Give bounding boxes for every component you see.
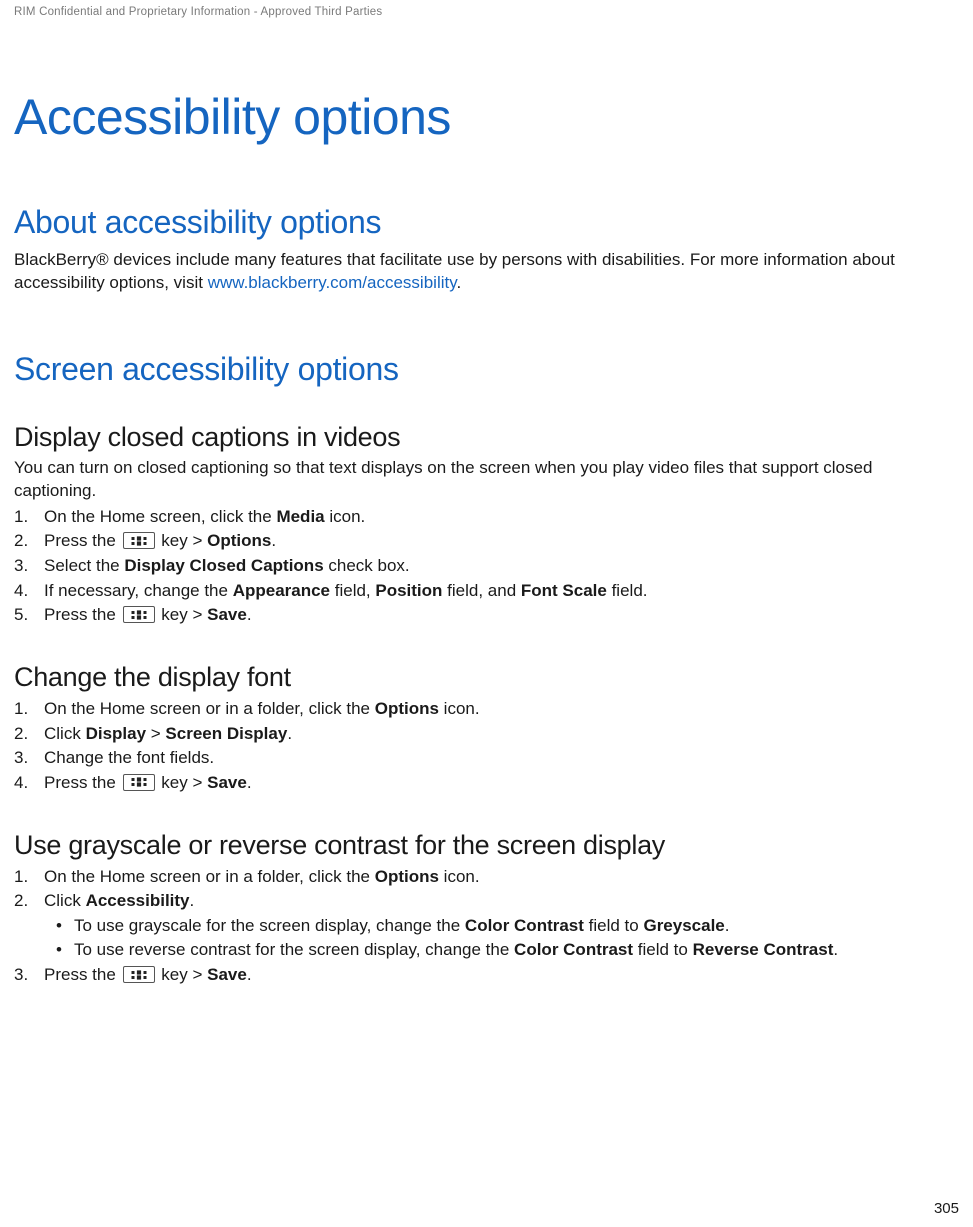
menu-key-icon [123, 966, 155, 983]
list-item: Select the Display Closed Captions check… [14, 554, 959, 579]
grayscale-heading: Use grayscale or reverse contrast for th… [14, 830, 959, 861]
list-item: If necessary, change the Appearance fiel… [14, 579, 959, 604]
list-item: Change the font fields. [14, 746, 959, 771]
list-item: On the Home screen, click the Media icon… [14, 505, 959, 530]
list-item: On the Home screen or in a folder, click… [14, 697, 959, 722]
page-number: 305 [934, 1200, 959, 1217]
closed-captions-heading: Display closed captions in videos [14, 422, 959, 453]
menu-key-icon [123, 532, 155, 549]
closed-captions-intro: You can turn on closed captioning so tha… [14, 457, 959, 503]
section-screen-heading: Screen accessibility options [14, 351, 959, 388]
list-item: Click Display > Screen Display. [14, 722, 959, 747]
display-font-steps: On the Home screen or in a folder, click… [14, 697, 959, 796]
chapter-title: Accessibility options [14, 88, 959, 146]
menu-key-icon [123, 606, 155, 623]
list-item: On the Home screen or in a folder, click… [14, 865, 959, 890]
list-item: To use grayscale for the screen display,… [54, 914, 959, 939]
list-item: Click Accessibility. To use grayscale fo… [14, 889, 959, 963]
about-text-after: . [456, 273, 461, 292]
section-about-heading: About accessibility options [14, 204, 959, 241]
menu-key-icon [123, 774, 155, 791]
confidential-header: RIM Confidential and Proprietary Informa… [14, 6, 959, 18]
list-item: Press the key > Save. [14, 603, 959, 628]
display-font-heading: Change the display font [14, 662, 959, 693]
list-item: Press the key > Save. [14, 771, 959, 796]
grayscale-bullets: To use grayscale for the screen display,… [54, 914, 959, 963]
grayscale-steps: On the Home screen or in a folder, click… [14, 865, 959, 988]
list-item: Press the key > Options. [14, 529, 959, 554]
list-item: Press the key > Save. [14, 963, 959, 988]
closed-captions-steps: On the Home screen, click the Media icon… [14, 505, 959, 628]
list-item: To use reverse contrast for the screen d… [54, 938, 959, 963]
about-paragraph: BlackBerry® devices include many feature… [14, 249, 959, 295]
accessibility-link[interactable]: www.blackberry.com/accessibility [208, 273, 457, 292]
